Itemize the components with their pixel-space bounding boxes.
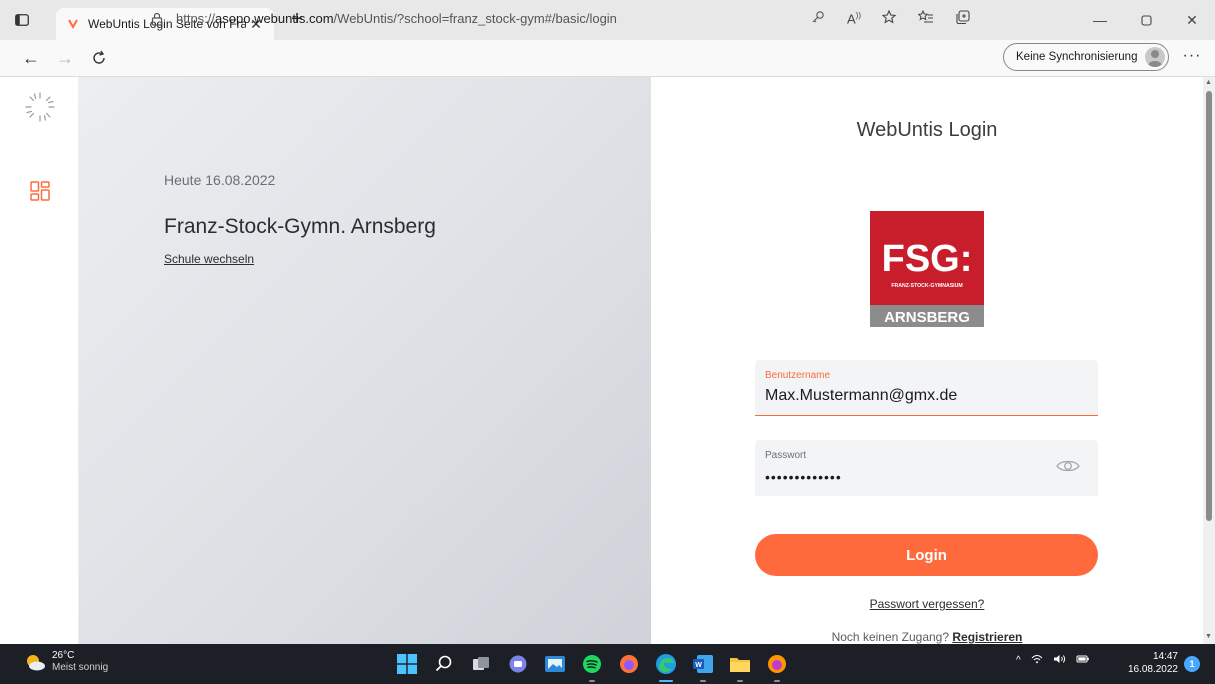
logo-main-text: FSG:: [882, 238, 973, 280]
windows-taskbar: 26°C Meist sonnig W ^ 14:47 16.08.2022 1: [0, 644, 1215, 684]
edge-button[interactable]: [652, 650, 680, 682]
chat-icon: [509, 655, 527, 673]
minimize-button[interactable]: —: [1077, 0, 1123, 40]
password-label: Passwort: [765, 450, 807, 461]
photos-icon: [545, 656, 565, 672]
task-view-button[interactable]: [467, 650, 495, 678]
password-field[interactable]: Passwort •••••••••••••: [755, 440, 1098, 496]
scroll-down-icon[interactable]: ▼: [1205, 633, 1212, 640]
side-rail: [0, 77, 79, 644]
tab-actions-button[interactable]: [0, 0, 44, 40]
weather-description: Meist sonnig: [52, 662, 109, 673]
switch-school-link[interactable]: Schule wechseln: [164, 252, 254, 266]
spotify-icon: [583, 655, 601, 673]
school-logo: FSG: FRANZ-STOCK-GYMNASIUM ARNSBERG: [870, 211, 984, 327]
clock-date: 16.08.2022: [1127, 664, 1178, 675]
scroll-up-icon[interactable]: ▲: [1205, 79, 1212, 86]
firefox-private-button[interactable]: [763, 650, 791, 682]
forgot-password-link[interactable]: Passwort vergessen?: [651, 597, 1203, 611]
running-indicator: [774, 680, 780, 682]
spotify-button[interactable]: [578, 650, 606, 682]
firefox-alt-icon: [768, 655, 786, 673]
refresh-button[interactable]: [82, 43, 116, 73]
temperature: 26°C: [52, 650, 75, 661]
login-button[interactable]: Login: [755, 534, 1098, 576]
collections-icon[interactable]: [944, 9, 980, 28]
close-window-button[interactable]: ✕: [1169, 0, 1215, 40]
school-info-panel: Heute 16.08.2022 Franz-Stock-Gymn. Arnsb…: [79, 77, 651, 644]
school-name: Franz-Stock-Gymn. Arnsberg: [164, 215, 436, 238]
word-button[interactable]: W: [689, 650, 717, 682]
task-view-icon: [473, 657, 489, 670]
password-input[interactable]: •••••••••••••: [765, 469, 842, 485]
taskbar-search-button[interactable]: [430, 650, 458, 678]
folder-icon: [730, 658, 750, 672]
search-icon: [435, 655, 452, 672]
tab-actions-icon: [15, 14, 29, 26]
notification-badge[interactable]: 1: [1184, 656, 1200, 672]
file-explorer-button[interactable]: [726, 650, 754, 682]
back-button[interactable]: ←: [14, 43, 48, 73]
firefox-button[interactable]: [615, 650, 643, 678]
login-title: WebUntis Login: [856, 119, 998, 141]
username-field[interactable]: Benutzername Max.Mustermann@gmx.de: [755, 360, 1098, 416]
url-scheme: https://: [176, 11, 216, 26]
clock-time: 14:47: [1152, 651, 1178, 662]
username-label: Benutzername: [765, 370, 831, 381]
show-password-eye-icon[interactable]: [1056, 458, 1080, 474]
loading-spinner-icon: [25, 92, 55, 122]
maximize-icon: [1140, 14, 1152, 26]
password-key-icon[interactable]: [800, 10, 836, 27]
photos-app-button[interactable]: [541, 650, 569, 678]
weather-widget[interactable]: 26°C Meist sonnig: [24, 650, 108, 674]
maximize-button[interactable]: [1123, 0, 1169, 40]
word-icon: W: [693, 655, 713, 673]
toolbar-icons: A)): [800, 4, 980, 33]
register-link[interactable]: Registrieren: [952, 630, 1022, 644]
scrollbar-thumb[interactable]: [1206, 91, 1212, 521]
login-panel: WebUntis Login FSG: FRANZ-STOCK-GYMNASIU…: [651, 77, 1203, 644]
logo-bottom-text: ARNSBERG: [884, 309, 970, 326]
system-clock[interactable]: 14:47 16.08.2022: [1122, 650, 1178, 676]
running-indicator: [737, 680, 743, 682]
favorite-add-icon[interactable]: [872, 9, 908, 28]
url-host: asopo.webuntis.com: [215, 11, 334, 26]
favorites-icon[interactable]: [908, 9, 944, 27]
url-path: /WebUntis/?school=franz_stock-gym#/basic…: [333, 11, 617, 26]
no-access-text: Noch keinen Zugang?: [831, 630, 950, 644]
dashboard-grid-icon[interactable]: [30, 181, 50, 201]
running-indicator: [700, 680, 706, 682]
today-date: Heute 16.08.2022: [164, 172, 276, 188]
sync-profile-button[interactable]: Keine Synchronisierung: [1003, 43, 1169, 71]
volume-icon[interactable]: [1053, 654, 1066, 667]
windows-logo-icon: [397, 654, 417, 674]
webuntis-favicon-icon: [66, 17, 80, 31]
partly-sunny-icon: [27, 655, 45, 671]
taskbar-apps: W: [393, 650, 800, 682]
start-button[interactable]: [393, 650, 421, 678]
page-content: Heute 16.08.2022 Franz-Stock-Gymn. Arnsb…: [0, 77, 1215, 644]
logo-sub-text: FRANZ-STOCK-GYMNASIUM: [891, 283, 962, 289]
site-info-icon[interactable]: [146, 12, 168, 26]
username-input[interactable]: Max.Mustermann@gmx.de: [765, 387, 957, 405]
teams-chat-button[interactable]: [504, 650, 532, 678]
page-scrollbar[interactable]: ▲ ▼: [1203, 77, 1215, 644]
firefox-icon: [620, 655, 638, 673]
forward-button[interactable]: →: [48, 43, 82, 73]
wifi-icon[interactable]: [1031, 654, 1043, 667]
edge-icon: [656, 654, 676, 674]
window-controls: — ✕: [1077, 0, 1215, 40]
running-indicator: [589, 680, 595, 682]
tray-overflow-chevron-icon[interactable]: ^: [1016, 655, 1021, 666]
profile-avatar-icon: [1145, 47, 1165, 67]
system-tray: ^: [1016, 654, 1100, 667]
battery-icon[interactable]: [1076, 654, 1090, 667]
svg-text:W: W: [695, 662, 702, 669]
sync-label: Keine Synchronisierung: [1016, 51, 1138, 63]
register-line: Noch keinen Zugang? Registrieren: [651, 630, 1203, 644]
read-aloud-icon[interactable]: A)): [836, 11, 872, 26]
refresh-icon: [93, 50, 105, 64]
settings-more-button[interactable]: ···: [1178, 47, 1206, 65]
active-indicator: [659, 680, 673, 682]
